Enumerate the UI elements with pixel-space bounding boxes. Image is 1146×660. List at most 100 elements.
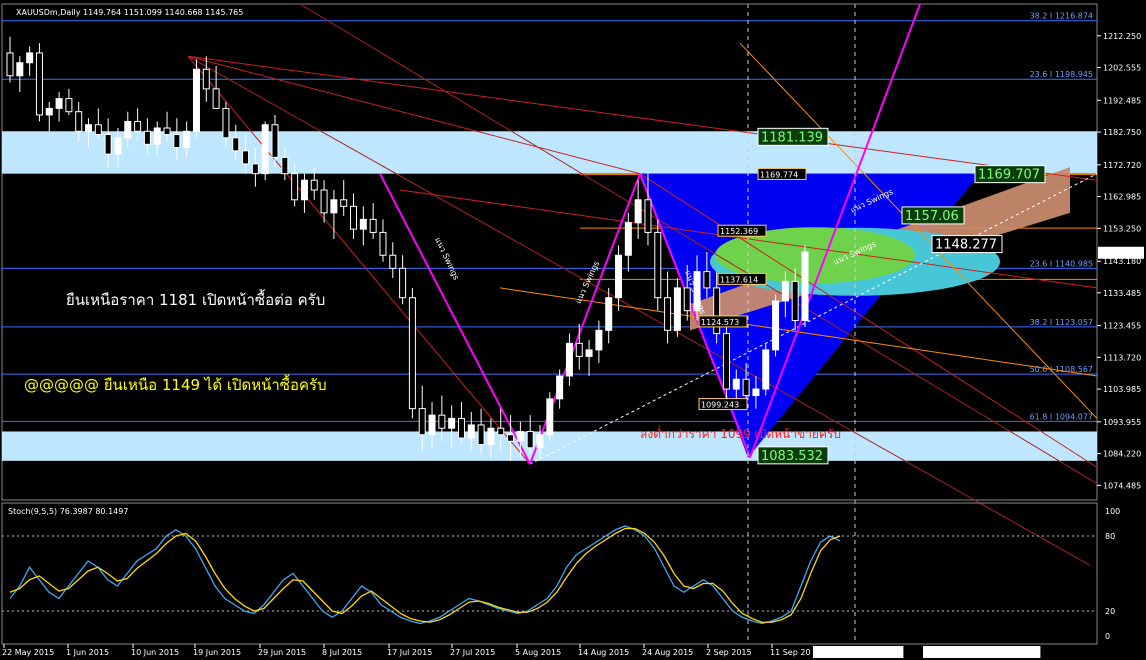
candle-body	[183, 130, 191, 149]
candle-body	[526, 430, 534, 449]
price-level-text: 1157.06	[905, 209, 959, 224]
time-tick-label: 2 Sep 2015	[706, 648, 752, 657]
candle-body	[457, 417, 465, 439]
price-tick-label: 1084.220	[1103, 450, 1141, 459]
time-tick-label: 1 Jun 2015	[66, 648, 109, 657]
candle-body	[173, 134, 181, 149]
chart-canvas: 38.2 I 1216.874 23.6 I 1198.945 23.6 I 114…	[0, 0, 1146, 660]
candle-body	[300, 179, 308, 201]
candle-body	[467, 424, 475, 439]
price-tick-label: 1113.720	[1103, 353, 1141, 362]
time-marker-label: 2015.09.23 00:00	[815, 648, 886, 657]
candle-body	[732, 378, 740, 390]
candle-body	[350, 205, 358, 230]
candle-body	[192, 68, 200, 132]
price-level-text: 1148.277	[935, 238, 997, 253]
price-level-text: 1169.707	[978, 168, 1040, 183]
candle-body	[585, 349, 593, 357]
candle-body	[546, 398, 554, 436]
candle-body	[153, 127, 161, 145]
price-tick-label: 1074.485	[1103, 481, 1141, 490]
candle-body	[703, 271, 711, 289]
candle-body	[664, 297, 672, 331]
candle-body	[330, 199, 338, 214]
candle-body	[222, 107, 230, 139]
candle-body	[94, 124, 102, 136]
candle-body	[143, 130, 151, 145]
candle-body	[310, 179, 318, 191]
thai-annotation-sell-1099: ลงต่ำกว่าราคา 1099 เปิดหน้าขายครับ	[640, 425, 841, 441]
time-tick-label: 5 Aug 2015	[515, 648, 561, 657]
candle-body	[477, 424, 485, 446]
time-tick-label: 24 Aug 2015	[642, 648, 693, 657]
price-tick-label: 1123.455	[1103, 322, 1141, 331]
candle-body	[634, 199, 642, 224]
time-tick-label: 17 Jul 2015	[387, 648, 432, 657]
candle-body	[271, 124, 279, 158]
candle-body	[752, 388, 760, 397]
fib-label: 23.6 I 1140.985	[1030, 259, 1093, 268]
candle-body	[320, 189, 328, 214]
candle-body	[291, 173, 299, 201]
small-price-text: 1169.774	[760, 170, 798, 179]
candle-body	[6, 52, 14, 77]
candle-body	[536, 434, 544, 449]
candle-body	[124, 120, 132, 139]
candle-body	[673, 287, 681, 331]
price-tick-label: 1133.485	[1103, 289, 1141, 298]
thai-annotation-buy-1181: ยืนเหนือราคา 1181 เปิดหน้าซื้อต่อ ครับ	[66, 289, 325, 309]
candle-body	[575, 342, 583, 357]
chart-background	[0, 0, 1146, 660]
candle-body	[65, 98, 73, 113]
candle-body	[232, 137, 240, 152]
small-price-text: 1099.243	[701, 401, 739, 410]
price-tick-label: 1103.985	[1103, 385, 1141, 394]
candle-body	[605, 297, 613, 331]
fib-label: 38.2 I 1216.874	[1030, 12, 1093, 21]
candle-body	[654, 231, 662, 299]
candle-body	[163, 127, 171, 136]
price-tick-label: 1182.750	[1103, 128, 1141, 137]
price-tick-label: 1172.720	[1103, 161, 1141, 170]
candle-body	[772, 300, 780, 351]
candle-body	[801, 251, 809, 322]
candle-body	[35, 52, 43, 116]
price-tick-label: 1153.250	[1103, 224, 1141, 233]
small-price-text: 1124.573	[701, 318, 739, 327]
candle-body	[487, 427, 495, 446]
candle-body	[212, 88, 220, 109]
candle-body	[644, 199, 652, 233]
fib-label: 61.8 I 1094.077	[1030, 412, 1093, 421]
time-tick-label: 27 Jul 2015	[450, 648, 495, 657]
small-price-text: 1152.369	[720, 227, 758, 236]
candle-body	[722, 333, 730, 390]
candle-body	[251, 163, 259, 175]
fib-label: 38.2 I 1123.057	[1030, 318, 1093, 327]
time-tick-label: 19 Jun 2015	[193, 648, 241, 657]
price-tick-label: 1093.955	[1103, 418, 1141, 427]
candle-body	[26, 52, 34, 64]
candle-body	[85, 124, 93, 132]
candle-body	[55, 98, 63, 109]
time-tick-label: 14 Aug 2015	[578, 648, 629, 657]
candle-body	[624, 222, 632, 256]
candle-body	[202, 68, 210, 90]
time-tick-label: 10 Jun 2015	[131, 648, 179, 657]
candle-body	[516, 430, 524, 442]
candle-body	[595, 329, 603, 351]
candle-body	[408, 297, 416, 410]
time-marker-label: 2015 2015.10.10 00:00	[925, 648, 1019, 657]
price-tick-label: 1202.555	[1103, 63, 1141, 72]
candle-body	[134, 120, 142, 132]
candle-body	[615, 254, 623, 299]
current-price-label: 1145.765	[1100, 249, 1138, 258]
osc-tick-label: 20	[1105, 607, 1115, 616]
candle-body	[242, 150, 250, 165]
candle-body	[448, 417, 456, 429]
candle-body	[565, 342, 573, 377]
candle-body	[428, 414, 436, 436]
price-tick-label: 1192.485	[1103, 96, 1141, 105]
candle-body	[340, 199, 348, 207]
osc-tick-label: 80	[1105, 532, 1115, 541]
price-tick-label: 1162.985	[1103, 193, 1141, 202]
